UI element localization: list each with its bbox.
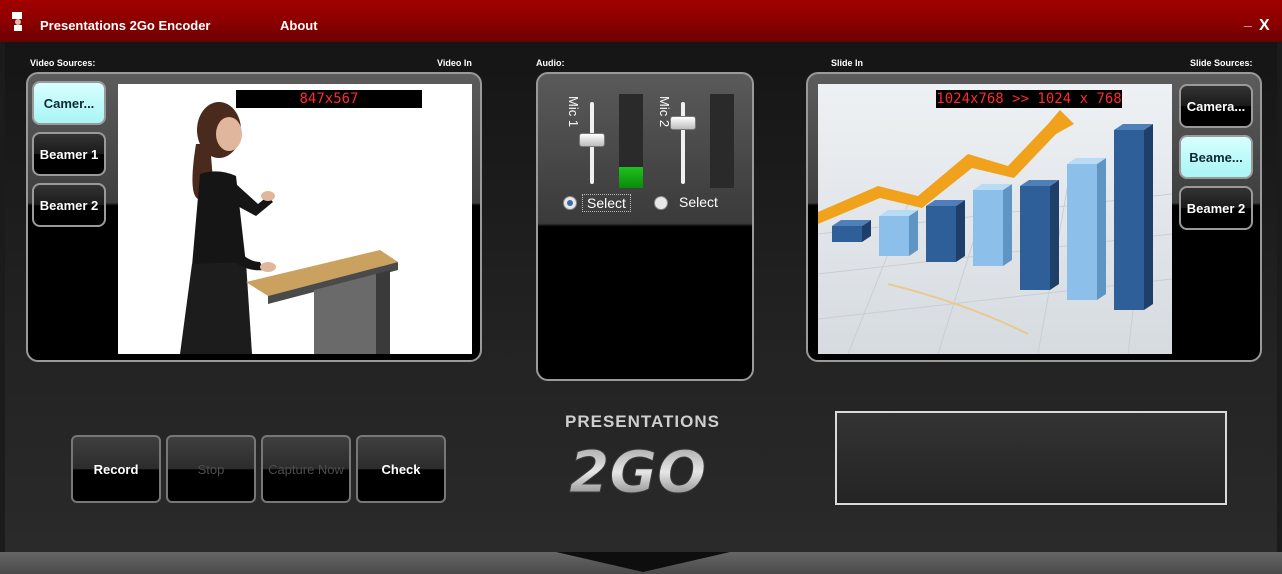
video-preview: 847x567 xyxy=(118,84,472,354)
mic-2-slider-track[interactable] xyxy=(681,102,685,184)
slide-bar-side-7 xyxy=(1144,124,1153,310)
slide-source-beamer-1[interactable]: Beame... xyxy=(1179,135,1253,179)
mic-1-level-fill xyxy=(619,167,643,188)
logo-text-top: PRESENTATIONS xyxy=(565,412,720,431)
slide-bar-6 xyxy=(1067,164,1097,300)
slide-sources-label: Slide Sources: xyxy=(1190,58,1253,68)
mic-2-slider-handle[interactable] xyxy=(670,116,696,130)
presentations-2go-logo: 2GO xyxy=(569,438,707,501)
video-resolution: 847x567 xyxy=(236,90,422,108)
slide-resolution: 1024x768 >> 1024 x 768 xyxy=(936,90,1122,108)
slide-bar-side-4 xyxy=(1003,184,1012,266)
mic-2-select-radio[interactable] xyxy=(654,196,668,210)
video-source-beamer-1[interactable]: Beamer 1 xyxy=(32,132,106,176)
slide-bar-side-6 xyxy=(1097,158,1106,300)
title-bar: Presentations 2Go Encoder About _ X xyxy=(0,0,1282,42)
stop-button[interactable]: Stop xyxy=(166,435,256,503)
video-source-camera[interactable]: Camer... xyxy=(32,81,106,125)
slide-bar-side-2 xyxy=(909,210,918,256)
slide-chart-image xyxy=(818,84,1172,354)
check-button[interactable]: Check xyxy=(356,435,446,503)
slide-bar-7 xyxy=(1114,130,1144,310)
slide-bar-2 xyxy=(879,216,909,256)
mic-1-level-meter xyxy=(619,94,643,188)
window-title: Presentations 2Go Encoder xyxy=(40,18,211,33)
video-source-beamer-2[interactable]: Beamer 2 xyxy=(32,183,106,227)
slide-bar-1 xyxy=(832,226,862,242)
status-box xyxy=(835,411,1227,505)
mic-1-select-radio[interactable] xyxy=(563,196,577,210)
expand-arrow-icon[interactable] xyxy=(556,552,730,572)
mic-1-select-label[interactable]: Select xyxy=(582,194,631,212)
video-sources-label: Video Sources: xyxy=(30,58,96,68)
slide-source-camera[interactable]: Camera... xyxy=(1179,84,1253,128)
minimize-button[interactable]: _ xyxy=(1244,12,1252,28)
video-in-label: Video In xyxy=(437,58,472,68)
slide-bar-5 xyxy=(1020,186,1050,290)
close-button[interactable]: X xyxy=(1259,17,1270,35)
about-menu[interactable]: About xyxy=(280,18,318,33)
app-icon xyxy=(12,12,22,31)
mic-1-label: Mic 1 xyxy=(566,96,581,128)
slide-bar-3 xyxy=(926,206,956,262)
mic-2-level-meter xyxy=(710,94,734,188)
slide-source-beamer-2[interactable]: Beamer 2 xyxy=(1179,186,1253,230)
slide-bar-4 xyxy=(973,190,1003,266)
slide-bar-side-3 xyxy=(956,200,965,262)
capture-now-button[interactable]: Capture Now xyxy=(261,435,351,503)
logo-text-bottom: 2GO xyxy=(569,438,706,500)
slide-bar-side-5 xyxy=(1050,180,1059,290)
record-button[interactable]: Record xyxy=(71,435,161,503)
mic-2-select-label[interactable]: Select xyxy=(679,194,718,210)
slide-preview: 1024x768 >> 1024 x 768 xyxy=(818,84,1172,354)
slide-in-label: Slide In xyxy=(831,58,864,68)
presenter-image xyxy=(118,84,472,354)
mic-1-slider-handle[interactable] xyxy=(579,133,605,147)
audio-label: Audio: xyxy=(536,58,565,68)
